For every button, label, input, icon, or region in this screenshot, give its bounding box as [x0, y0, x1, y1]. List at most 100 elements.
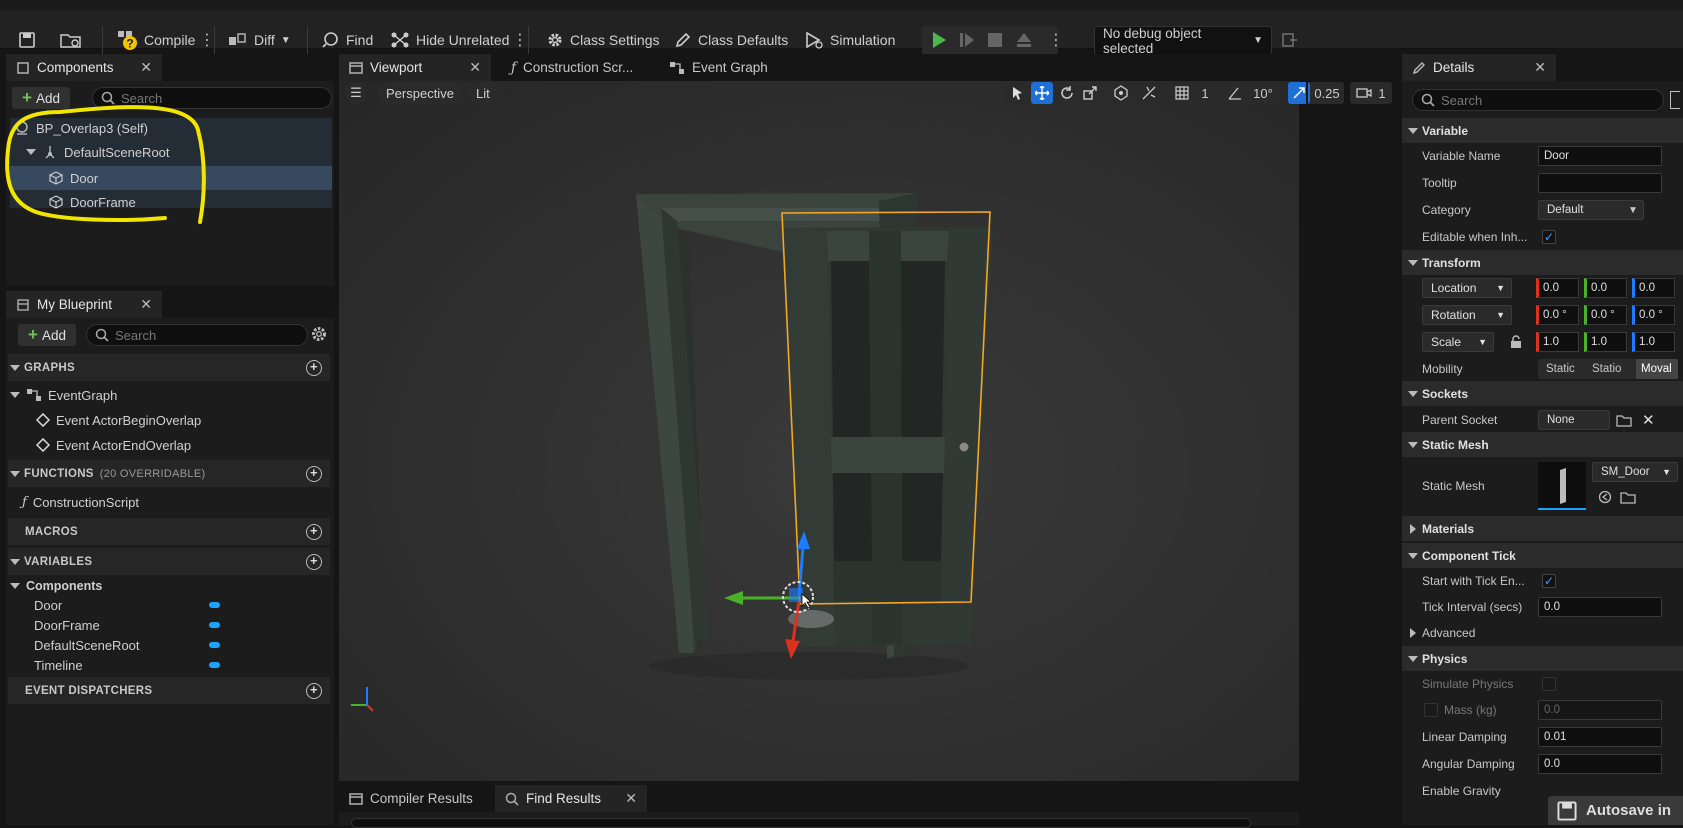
function-icon: ƒ — [22, 494, 27, 510]
location-z-field[interactable]: 0.0 — [1632, 278, 1675, 298]
mass-override-checkbox[interactable] — [1424, 703, 1438, 717]
list-item-eventgraph[interactable]: EventGraph — [10, 383, 330, 407]
location-combo[interactable]: Location ▼ — [1422, 278, 1512, 298]
section-static-mesh[interactable]: Static Mesh — [1402, 432, 1683, 457]
add-macro-icon[interactable]: + — [306, 523, 322, 540]
tooltip-field[interactable] — [1538, 173, 1662, 193]
camera-speed-value[interactable]: 1 — [1376, 82, 1388, 104]
panel-splitter[interactable] — [1306, 81, 1308, 781]
variable-timeline[interactable]: Timeline — [34, 653, 330, 677]
debug-object-selector[interactable]: No debug object selected ▼ — [1094, 26, 1272, 56]
folder-icon — [60, 34, 81, 48]
axis-indicator — [351, 687, 374, 712]
rotation-y-field[interactable]: 0.0 ° — [1584, 305, 1627, 325]
angular-damping-field[interactable]: 0.0 — [1538, 754, 1662, 774]
mobility-static[interactable]: Static — [1546, 363, 1575, 375]
clear-socket-icon[interactable]: ✕ — [1642, 411, 1655, 429]
tab-components[interactable]: Components ✕ — [6, 54, 162, 81]
use-selected-icon[interactable] — [1598, 490, 1612, 504]
section-materials[interactable]: Materials — [1402, 516, 1683, 541]
my-blueprint-tab-label: My Blueprint — [37, 297, 113, 312]
close-icon[interactable]: ✕ — [140, 59, 152, 76]
tab-my-blueprint[interactable]: My Blueprint ✕ — [6, 291, 162, 318]
diff-label: Diff — [254, 32, 275, 48]
components-tabbar: Components ✕ — [6, 54, 334, 81]
close-icon[interactable]: ✕ — [140, 296, 152, 313]
details-search-input[interactable]: Search — [1412, 89, 1664, 111]
section-graphs[interactable]: GRAPHS + — [8, 354, 330, 381]
section-functions[interactable]: FUNCTIONS (20 OVERRIDABLE) + — [8, 460, 330, 487]
tab-construction-script[interactable]: ƒ Construction Scr... — [491, 54, 651, 81]
row-advanced[interactable]: Advanced — [1402, 620, 1683, 646]
autosave-label: Autosave in — [1586, 802, 1672, 819]
rotation-z-field[interactable]: 0.0 ° — [1632, 305, 1675, 325]
section-component-tick[interactable]: Component Tick — [1402, 543, 1683, 568]
add-function-icon[interactable]: + — [306, 465, 322, 482]
list-item-event-begin-overlap[interactable]: Event ActorBeginOverlap — [36, 408, 330, 432]
simulate-physics-checkbox[interactable] — [1542, 677, 1556, 691]
camera-speed-button[interactable] — [1354, 82, 1374, 104]
add-variable-icon[interactable]: + — [306, 553, 322, 570]
location-y-field[interactable]: 0.0 — [1584, 278, 1627, 298]
list-item-event-end-overlap[interactable]: Event ActorEndOverlap — [36, 433, 330, 457]
add-dispatcher-icon[interactable]: + — [306, 682, 322, 699]
tick-interval-field[interactable]: 0.0 — [1538, 597, 1662, 617]
linear-damping-field[interactable]: 0.01 — [1538, 727, 1662, 747]
mass-field[interactable]: 0.0 — [1538, 700, 1662, 720]
scale-combo[interactable]: Scale ▼ — [1422, 332, 1494, 352]
my-blueprint-panel: My Blueprint ✕ + Add Search GRAPHS + Even… — [6, 291, 334, 825]
find-results-search-input[interactable] — [351, 818, 1251, 828]
close-icon[interactable]: ✕ — [625, 790, 637, 807]
add-graph-icon[interactable]: + — [306, 359, 322, 376]
location-x-field[interactable]: 0.0 — [1536, 278, 1579, 298]
variable-name-field[interactable]: Door — [1538, 146, 1662, 166]
object-reference-pill-icon — [209, 622, 220, 628]
tab-event-graph[interactable]: Event Graph — [651, 54, 778, 81]
row-location: Location ▼ 0.0 0.0 0.0 — [1402, 275, 1683, 301]
add-blueprint-item-button[interactable]: + Add — [18, 324, 76, 346]
section-event-dispatchers[interactable]: EVENT DISPATCHERS + — [8, 677, 330, 704]
browse-asset-icon[interactable] — [1620, 490, 1636, 504]
gear-icon — [548, 33, 562, 47]
details-search-placeholder: Search — [1441, 92, 1483, 108]
section-variable[interactable]: Variable — [1402, 118, 1683, 143]
section-transform[interactable]: Transform — [1402, 250, 1683, 275]
browse-socket-icon[interactable] — [1616, 413, 1632, 427]
list-item-construction-script[interactable]: ƒ ConstructionScript — [22, 490, 330, 514]
parent-socket-combo[interactable]: None — [1538, 410, 1610, 430]
section-physics[interactable]: Physics — [1402, 646, 1683, 671]
tab-find-results[interactable]: Find Results ✕ — [495, 785, 647, 812]
row-simulate-physics: Simulate Physics — [1402, 671, 1683, 697]
macros-header: MACROS — [25, 525, 78, 538]
editable-checkbox[interactable]: ✓ — [1542, 230, 1556, 244]
blueprint-search-input[interactable]: Search — [86, 324, 308, 346]
chevron-down-icon[interactable]: ▼ — [1628, 205, 1638, 216]
rotation-x-field[interactable]: 0.0 ° — [1536, 305, 1579, 325]
start-tick-checkbox[interactable]: ✓ — [1542, 574, 1556, 588]
yellow-annotation-outline — [5, 105, 206, 224]
variable-label: DefaultSceneRoot — [34, 637, 140, 653]
close-icon[interactable]: ✕ — [1534, 59, 1546, 76]
blueprint-settings-button[interactable] — [310, 325, 328, 343]
tab-viewport[interactable]: Viewport ✕ — [339, 54, 491, 81]
variables-header: VARIABLES — [24, 555, 93, 568]
scale-value[interactable]: 0.25 — [1313, 82, 1341, 104]
materials-section-label: Materials — [1422, 521, 1475, 536]
section-sockets[interactable]: Sockets — [1402, 381, 1683, 406]
section-macros[interactable]: MACROS + — [8, 518, 330, 545]
section-variables[interactable]: VARIABLES + — [8, 548, 330, 575]
static-mesh-combo[interactable]: SM_Door ▼ — [1592, 462, 1678, 482]
scale-y-field[interactable]: 1.0 — [1584, 332, 1627, 352]
chevron-down-icon: ▼ — [1496, 310, 1505, 320]
scale-x-field[interactable]: 1.0 — [1536, 332, 1579, 352]
mobility-stationary[interactable]: Statio — [1592, 363, 1621, 375]
static-mesh-thumbnail[interactable] — [1538, 462, 1586, 510]
rotation-combo[interactable]: Rotation ▼ — [1422, 305, 1512, 325]
scale-z-field[interactable]: 1.0 — [1632, 332, 1675, 352]
details-view-options-icon[interactable] — [1670, 91, 1680, 109]
tab-compiler-results[interactable]: Compiler Results — [339, 785, 495, 812]
tab-details[interactable]: Details ✕ — [1402, 54, 1556, 81]
lock-icon[interactable] — [1510, 335, 1522, 349]
mobility-movable[interactable]: Moval — [1636, 359, 1678, 379]
close-icon[interactable]: ✕ — [469, 59, 481, 76]
